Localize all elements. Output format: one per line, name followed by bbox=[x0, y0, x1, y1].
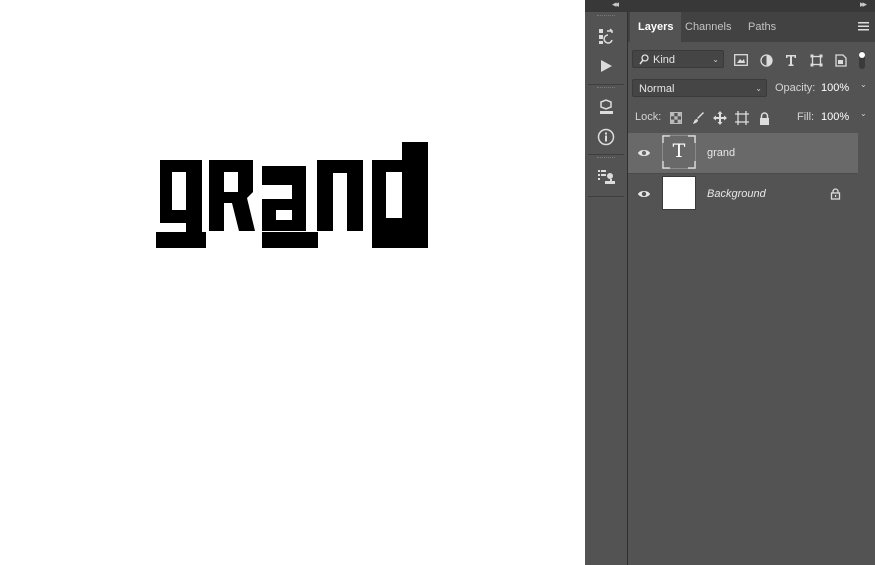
panel-tab-bar: Layers Channels Paths bbox=[628, 12, 875, 42]
tool-separator bbox=[588, 84, 624, 85]
blend-mode-value: Normal bbox=[639, 83, 675, 95]
dock-grip[interactable] bbox=[597, 87, 615, 91]
layer-name[interactable]: grand bbox=[707, 147, 735, 159]
type-filter-icon[interactable] bbox=[783, 52, 799, 68]
blend-row: Normal ⌄ Opacity: 100% ⌄ bbox=[628, 79, 875, 99]
search-icon bbox=[639, 54, 649, 65]
lock-label: Lock: bbox=[635, 111, 662, 123]
chevron-down-icon: ⌄ bbox=[712, 55, 719, 64]
lock-artboard-icon[interactable] bbox=[734, 110, 750, 126]
image-filter-icon[interactable] bbox=[733, 52, 749, 68]
info-icon[interactable] bbox=[595, 126, 617, 148]
visibility-eye-icon[interactable] bbox=[637, 188, 651, 200]
adjustment-filter-icon[interactable] bbox=[758, 52, 774, 68]
tab-channels[interactable]: Channels bbox=[677, 12, 739, 42]
grand-text-render bbox=[156, 142, 428, 248]
layer-filter-row: Kind ⌄ bbox=[628, 50, 875, 70]
fill-value[interactable]: 100% bbox=[821, 111, 849, 123]
opacity-label: Opacity: bbox=[775, 82, 816, 94]
chevron-down-icon[interactable]: ⌄ bbox=[860, 109, 867, 118]
text-layer-thumbnail: T bbox=[662, 135, 696, 169]
panel-collapse-bar: ◂◂ ▸▸ bbox=[585, 0, 875, 12]
layer-row-grand[interactable]: T grand bbox=[628, 133, 858, 173]
text-type-icon: T bbox=[672, 140, 686, 162]
lock-transparent-icon[interactable] bbox=[668, 110, 684, 126]
lock-all-icon[interactable] bbox=[756, 110, 772, 126]
shape-filter-icon[interactable] bbox=[808, 52, 824, 68]
collapse-left-icon[interactable]: ◂◂ bbox=[612, 0, 619, 10]
expand-right-icon[interactable]: ▸▸ bbox=[860, 0, 867, 10]
tool-separator bbox=[588, 154, 624, 155]
layer-list: T grand Background bbox=[628, 131, 875, 565]
tab-layers[interactable]: Layers bbox=[630, 12, 682, 42]
lock-row: Lock: Fill: 100% ⌄ bbox=[628, 108, 875, 128]
tab-paths[interactable]: Paths bbox=[740, 12, 784, 42]
filter-toggle-icon[interactable] bbox=[857, 50, 867, 70]
panel-menu-icon[interactable] bbox=[858, 21, 869, 31]
layer-list-scrollbar[interactable] bbox=[859, 131, 875, 565]
canvas-artwork bbox=[156, 142, 428, 248]
filter-kind-label: Kind bbox=[653, 54, 676, 66]
layer-lock-icon[interactable] bbox=[830, 188, 841, 200]
dock-grip[interactable] bbox=[597, 15, 615, 19]
smart-object-filter-icon[interactable] bbox=[833, 52, 849, 68]
dock-grip[interactable] bbox=[597, 157, 615, 161]
play-actions-icon[interactable] bbox=[595, 55, 617, 77]
3d-cube-icon[interactable] bbox=[595, 96, 617, 118]
blend-mode-select[interactable]: Normal ⌄ bbox=[632, 79, 767, 97]
layers-panel: Layers Channels Paths Kind ⌄ Normal ⌄ Op… bbox=[628, 12, 875, 565]
clone-source-icon[interactable] bbox=[595, 166, 617, 188]
layer-row-background[interactable]: Background bbox=[628, 173, 858, 214]
filter-kind-select[interactable]: Kind ⌄ bbox=[632, 50, 724, 68]
document-canvas[interactable]: grand bbox=[0, 0, 585, 565]
background-layer-thumbnail bbox=[662, 176, 696, 210]
panel-dock-strip bbox=[585, 12, 628, 565]
layer-name[interactable]: Background bbox=[707, 188, 766, 200]
chevron-down-icon: ⌄ bbox=[755, 84, 762, 93]
chevron-down-icon[interactable]: ⌄ bbox=[860, 80, 867, 89]
panel-workspace: ◂◂ ▸▸ Layers Channels Paths Kind ⌄ Norma… bbox=[585, 0, 875, 565]
opacity-value[interactable]: 100% bbox=[821, 82, 849, 94]
lock-paint-icon[interactable] bbox=[690, 110, 706, 126]
history-icon[interactable] bbox=[595, 25, 617, 47]
visibility-eye-icon[interactable] bbox=[637, 147, 651, 159]
fill-label: Fill: bbox=[797, 111, 815, 123]
tool-separator bbox=[588, 196, 624, 197]
lock-position-icon[interactable] bbox=[712, 110, 728, 126]
